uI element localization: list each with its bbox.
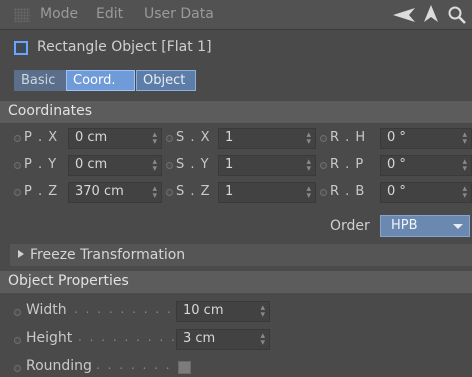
height-field[interactable]: 3 cm ▴ ▾ xyxy=(176,329,270,350)
spinner-icon[interactable]: ▴ ▾ xyxy=(152,185,157,201)
spinner-icon[interactable]: ▴ ▾ xyxy=(260,332,265,348)
menu-edit[interactable]: Edit xyxy=(96,6,123,22)
width-value: 10 cm xyxy=(183,303,224,318)
rot-b-field[interactable]: 0 ° ▴ ▾ xyxy=(380,182,472,203)
rounding-label: Rounding xyxy=(26,358,92,374)
menu-user-data[interactable]: User Data xyxy=(144,6,214,22)
animation-dot-icon[interactable] xyxy=(166,135,173,142)
animation-dot-icon[interactable] xyxy=(320,162,327,169)
pos-x-value: 0 cm xyxy=(75,130,108,145)
spinner-icon[interactable]: ▴ ▾ xyxy=(462,131,467,147)
coordinates-header[interactable]: Coordinates xyxy=(0,101,472,123)
animation-dot-icon[interactable] xyxy=(14,189,21,196)
scale-x-value: 1 xyxy=(225,130,234,145)
chevron-down-icon xyxy=(453,224,463,229)
rounding-leader: . . . . . . . . xyxy=(96,358,184,372)
rot-h-value: 0 ° xyxy=(387,130,406,145)
scale-z-value: 1 xyxy=(225,184,234,199)
tab-object[interactable]: Object xyxy=(136,70,196,91)
scale-x-field[interactable]: 1 ▴ ▾ xyxy=(218,128,316,149)
animation-dot-icon[interactable] xyxy=(14,309,21,316)
object-header: Rectangle Object [Flat 1] xyxy=(0,36,472,62)
scale-x-label: S . X xyxy=(176,130,211,145)
height-value: 3 cm xyxy=(183,331,216,346)
height-label: Height xyxy=(26,330,73,346)
tab-basic[interactable]: Basic xyxy=(14,70,66,91)
rot-p-field[interactable]: 0 ° ▴ ▾ xyxy=(380,155,472,176)
animation-dot-icon[interactable] xyxy=(14,365,21,372)
up-arrow-icon[interactable] xyxy=(423,5,439,23)
width-field[interactable]: 10 cm ▴ ▾ xyxy=(176,301,270,322)
scale-z-label: S . Z xyxy=(176,184,211,199)
rot-h-label: R . H xyxy=(330,130,367,145)
animation-dot-icon[interactable] xyxy=(320,189,327,196)
spinner-icon[interactable]: ▴ ▾ xyxy=(462,158,467,174)
tab-coord[interactable]: Coord. xyxy=(66,70,135,91)
pos-x-label: P . X xyxy=(24,130,59,145)
object-properties-header[interactable]: Object Properties xyxy=(0,271,472,293)
spinner-icon[interactable]: ▴ ▾ xyxy=(260,304,265,320)
order-value: HPB xyxy=(391,218,418,233)
object-enable-checkbox[interactable] xyxy=(14,41,28,55)
scale-y-value: 1 xyxy=(225,157,234,172)
pos-y-value: 0 cm xyxy=(75,157,108,172)
pos-x-field[interactable]: 0 cm ▴ ▾ xyxy=(68,128,162,149)
animation-dot-icon[interactable] xyxy=(166,162,173,169)
width-label: Width xyxy=(26,302,67,318)
rot-p-value: 0 ° xyxy=(387,157,406,172)
scale-z-field[interactable]: 1 ▴ ▾ xyxy=(218,182,316,203)
object-title: Rectangle Object [Flat 1] xyxy=(37,39,212,55)
pos-y-field[interactable]: 0 cm ▴ ▾ xyxy=(68,155,162,176)
freeze-transformation-group[interactable]: Freeze Transformation xyxy=(10,244,472,266)
order-label: Order xyxy=(330,218,370,234)
spinner-icon[interactable]: ▴ ▾ xyxy=(152,158,157,174)
rounding-checkbox[interactable] xyxy=(178,361,191,374)
expand-arrow-icon[interactable] xyxy=(18,250,24,258)
animation-dot-icon[interactable] xyxy=(320,135,327,142)
scale-y-field[interactable]: 1 ▴ ▾ xyxy=(218,155,316,176)
spinner-icon[interactable]: ▴ ▾ xyxy=(306,131,311,147)
rot-h-field[interactable]: 0 ° ▴ ▾ xyxy=(380,128,472,149)
order-dropdown[interactable]: HPB xyxy=(380,215,470,237)
pos-z-label: P . Z xyxy=(24,184,59,199)
menu-mode[interactable]: Mode xyxy=(40,6,78,22)
rot-b-label: R . B xyxy=(330,184,366,199)
menu-bar: Mode Edit User Data xyxy=(0,0,472,30)
pos-z-field[interactable]: 370 cm ▴ ▾ xyxy=(68,182,162,203)
rot-b-value: 0 ° xyxy=(387,184,406,199)
scale-y-label: S . Y xyxy=(176,157,210,172)
search-icon[interactable] xyxy=(447,5,467,25)
spinner-icon[interactable]: ▴ ▾ xyxy=(306,158,311,174)
spinner-icon[interactable]: ▴ ▾ xyxy=(152,131,157,147)
freeze-transformation-label: Freeze Transformation xyxy=(30,247,186,263)
animation-dot-icon[interactable] xyxy=(166,189,173,196)
back-arrow-icon[interactable] xyxy=(393,7,419,23)
animation-dot-icon[interactable] xyxy=(14,162,21,169)
animation-dot-icon[interactable] xyxy=(14,135,21,142)
pos-z-value: 370 cm xyxy=(75,184,124,199)
rot-p-label: R . P xyxy=(330,157,365,172)
pos-y-label: P . Y xyxy=(24,157,58,172)
grip-icon[interactable] xyxy=(14,8,30,22)
animation-dot-icon[interactable] xyxy=(14,337,21,344)
spinner-icon[interactable]: ▴ ▾ xyxy=(462,185,467,201)
spinner-icon[interactable]: ▴ ▾ xyxy=(306,185,311,201)
